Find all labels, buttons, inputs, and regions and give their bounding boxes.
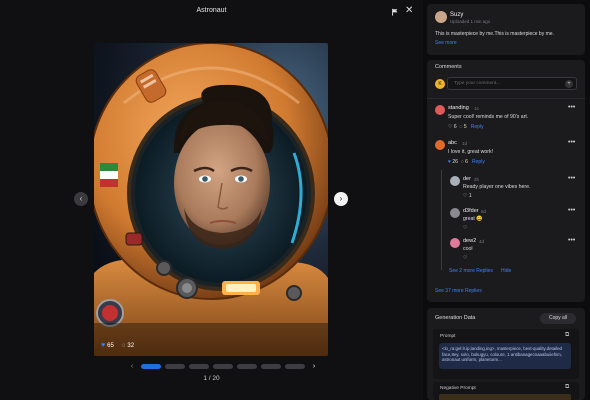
pager-dot[interactable]	[189, 364, 209, 369]
user-avatar: K	[435, 79, 445, 89]
copy-icon[interactable]: ⧉	[565, 332, 569, 339]
more-options-icon[interactable]: •••	[568, 237, 575, 244]
comment-text: Super cool! reminds me of 90's art.	[448, 114, 529, 120]
astronaut-image	[94, 43, 328, 356]
avatar[interactable]	[435, 140, 445, 150]
copy-icon[interactable]: ⧉	[565, 384, 569, 391]
generation-data-card: Generation Data Copy all Prompt ⧉ <lo_ra…	[427, 308, 585, 400]
reply-author[interactable]: dew2	[463, 238, 476, 244]
post-uploaded: Uploaded 1 min ago	[450, 19, 491, 24]
image-title: Astronaut	[196, 7, 227, 14]
reply-text: cool	[463, 246, 473, 252]
reply-time: 5d	[481, 209, 487, 214]
heart-icon: ♥	[101, 342, 106, 349]
avatar[interactable]	[450, 176, 460, 186]
comment-icon[interactable]: ◌	[459, 124, 462, 130]
avatar[interactable]	[450, 238, 460, 248]
post-text: This is masterpiece by me.This is master…	[435, 31, 554, 37]
pager-dot[interactable]	[261, 364, 281, 369]
comment-stat[interactable]: ◌ 32	[122, 343, 134, 349]
heart-outline-icon[interactable]: ♡	[463, 255, 467, 261]
avatar[interactable]	[435, 105, 445, 115]
comment-time: 1d	[462, 141, 468, 146]
reply-time: 2h	[474, 177, 480, 182]
more-options-icon[interactable]: •••	[568, 139, 575, 146]
previous-image-button[interactable]: ‹	[74, 192, 88, 206]
comment-author[interactable]: standing	[448, 105, 469, 111]
heart-outline-icon[interactable]: ♡	[463, 193, 467, 199]
pager-prev-icon[interactable]: ‹	[127, 363, 137, 370]
more-options-icon[interactable]: •••	[568, 104, 575, 111]
close-icon[interactable]: ✕	[405, 5, 413, 17]
comment-author[interactable]: abc	[448, 140, 457, 146]
comment-icon: ◌	[121, 342, 126, 349]
comment-input-placeholder: Type your comment...	[454, 81, 501, 86]
reply-button[interactable]: Reply	[471, 124, 484, 130]
generation-title: Generation Data	[435, 315, 476, 321]
pager-dot[interactable]	[237, 364, 257, 369]
like-count: 26	[452, 159, 458, 165]
reply-text: Ready player one vibes here.	[463, 184, 531, 190]
copy-all-button[interactable]: Copy all	[540, 313, 576, 324]
comment-text: I love it, great work!	[448, 149, 493, 155]
see-more-link[interactable]: See more	[435, 40, 457, 46]
pager-dot[interactable]	[285, 364, 305, 369]
like-count: 65	[107, 342, 114, 349]
reply-time: 4d	[479, 239, 485, 244]
pager-count: 1 / 20	[203, 375, 220, 382]
prompt-text: <lo_ra:gel:lr.ip,landing,ing>, masterpie…	[439, 343, 571, 369]
like-count: 6	[453, 124, 457, 130]
pager-dot[interactable]	[141, 364, 161, 369]
reply-author[interactable]: der	[463, 176, 471, 182]
see-more-replies-link[interactable]: See 2 more Replies	[449, 268, 493, 274]
comment-time: 1s	[474, 106, 479, 111]
image-viewer: Astronaut ✕ ‹ › ♥ 65 ◌ 32 ‹ › 1 / 20	[0, 0, 423, 400]
pager-dot[interactable]	[165, 364, 185, 369]
flag-icon[interactable]	[391, 8, 399, 16]
reply-actions: ♡ 1	[463, 193, 472, 199]
reply-author[interactable]: d3fder	[463, 208, 479, 214]
hide-replies-link[interactable]: Hide	[501, 268, 511, 274]
like-count: 1	[468, 193, 472, 199]
pager-dot[interactable]	[213, 364, 233, 369]
avatar[interactable]	[435, 11, 447, 23]
comment-icon[interactable]: ◌	[461, 159, 464, 165]
prompt-label: Prompt	[440, 334, 456, 339]
more-options-icon[interactable]: •••	[568, 207, 575, 214]
next-image-button[interactable]: ›	[334, 192, 348, 206]
reply-button[interactable]: Reply	[472, 159, 485, 165]
more-options-icon[interactable]: •••	[568, 175, 575, 182]
heart-outline-icon[interactable]: ♡	[463, 225, 467, 231]
send-icon[interactable]: +	[565, 80, 573, 88]
heart-outline-icon[interactable]: ♡	[448, 124, 452, 130]
heart-icon[interactable]: ♥	[448, 159, 451, 165]
reply-text: great 😀	[463, 216, 483, 222]
reply-count: 5	[463, 124, 467, 130]
avatar[interactable]	[450, 208, 460, 218]
like-stat[interactable]: ♥ 65	[101, 342, 114, 349]
comments-title: Comments	[435, 64, 462, 70]
comments-card: Comments K Type your comment... + standi…	[427, 60, 585, 302]
comment-count: 32	[127, 342, 135, 349]
image-stats: ♥ 65 ◌ 32	[101, 342, 134, 349]
comment-actions: ♥ 26 ◌ 6 Reply	[448, 159, 485, 165]
pager-next-icon[interactable]: ›	[309, 363, 319, 370]
image-pager: ‹ ›	[127, 363, 319, 370]
post-card: Suzy Uploaded 1 min ago This is masterpi…	[427, 4, 585, 55]
comment-input[interactable]: Type your comment... +	[447, 77, 577, 90]
post-author[interactable]: Suzy	[450, 12, 463, 18]
see-more-replies-link[interactable]: See 37 more Replies	[435, 288, 482, 294]
comment-actions: ♡ 6 ◌ 5 Reply	[448, 124, 484, 130]
reply-count: 6	[465, 159, 468, 165]
negative-prompt-label: Negative Prompt	[440, 386, 476, 391]
